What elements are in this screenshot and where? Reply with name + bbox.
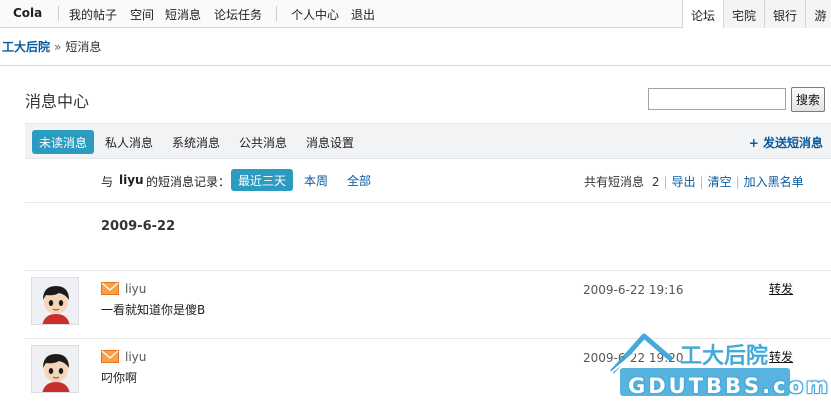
tab-game[interactable]: 游 <box>805 0 831 28</box>
range-recent-3-days[interactable]: 最近三天 <box>231 169 294 191</box>
envelope-icon <box>101 282 119 295</box>
message-text: 叼你啊 <box>101 371 138 385</box>
clear-link[interactable]: 清空 <box>708 175 732 189</box>
tab-unread[interactable]: 未读消息 <box>32 130 95 154</box>
message-sender[interactable]: liyu <box>125 350 146 364</box>
filter-prefix: 与 <box>101 175 114 189</box>
tab-private[interactable]: 私人消息 <box>98 130 160 154</box>
forward-link[interactable]: 转发 <box>769 280 793 297</box>
filter-suffix: 的短消息记录： <box>146 175 231 189</box>
envelope-icon <box>101 350 119 363</box>
page-title: 消息中心 <box>25 92 90 111</box>
tab-home[interactable]: 宅院 <box>723 0 764 28</box>
tab-forum[interactable]: 论坛 <box>682 0 723 29</box>
tab-public[interactable]: 公共消息 <box>232 130 294 154</box>
site-switch-tabs: 论坛 宅院 银行 游 <box>682 0 831 29</box>
tab-system[interactable]: 系统消息 <box>165 130 227 154</box>
tab-bank[interactable]: 银行 <box>764 0 805 28</box>
tab-settings[interactable]: 消息设置 <box>299 130 361 154</box>
breadcrumb: 工大后院 » 短消息 <box>2 38 101 55</box>
range-all[interactable]: 全部 <box>340 169 378 191</box>
nav-forum-tasks[interactable]: 论坛任务 <box>214 6 262 23</box>
watermark-text-en: GDUTBBS.com <box>628 374 831 398</box>
top-nav-bar: Cola 我的帖子 空间 短消息 论坛任务 个人中心 退出 论坛 宅院 银行 游 <box>0 0 831 29</box>
nav-user-center[interactable]: 个人中心 <box>291 6 339 23</box>
message-stats: 共有短消息 2 | 导出 | 清空 | 加入黑名单 <box>584 175 804 189</box>
username-link[interactable]: Cola <box>13 6 42 20</box>
nav-divider <box>276 6 277 21</box>
message-time: 2009-6-22 19:16 <box>583 283 684 297</box>
range-this-week[interactable]: 本周 <box>297 169 335 191</box>
site-watermark-logo: 工大后院 GDUTBBS.com <box>592 326 828 400</box>
nav-divider <box>58 6 59 21</box>
nav-my-posts[interactable]: 我的帖子 <box>69 6 117 23</box>
message-sender[interactable]: liyu <box>125 282 146 296</box>
search-input[interactable] <box>648 88 786 110</box>
compose-message-button[interactable]: + 发送短消息 <box>749 134 823 151</box>
watermark-text-cn: 工大后院 <box>680 344 769 369</box>
breadcrumb-current: 短消息 <box>65 40 102 54</box>
message-tabs: 未读消息 私人消息 系统消息 公共消息 消息设置 + 发送短消息 <box>25 123 831 159</box>
message-text: 一看就知道你是傻B <box>101 303 206 317</box>
filter-user[interactable]: liyu <box>119 173 144 187</box>
blacklist-link[interactable]: 加入黑名单 <box>744 175 804 189</box>
avatar[interactable] <box>31 277 79 325</box>
total-label: 共有短消息 <box>584 175 645 189</box>
search-button[interactable]: 搜索 <box>791 87 825 112</box>
breadcrumb-separator: » <box>54 40 62 54</box>
breadcrumb-home[interactable]: 工大后院 <box>2 40 50 54</box>
nav-space[interactable]: 空间 <box>130 6 154 23</box>
nav-logout[interactable]: 退出 <box>351 6 375 23</box>
avatar[interactable] <box>31 345 79 393</box>
conversation-filter: 与 liyu 的短消息记录： 最近三天 本周 全部 共有短消息 2 | 导出 | 清空 |… <box>25 159 831 203</box>
nav-messages[interactable]: 短消息 <box>165 6 201 23</box>
total-count: 2 <box>651 175 660 189</box>
export-link[interactable]: 导出 <box>672 175 696 189</box>
date-heading: 2009-6-22 <box>101 219 176 234</box>
